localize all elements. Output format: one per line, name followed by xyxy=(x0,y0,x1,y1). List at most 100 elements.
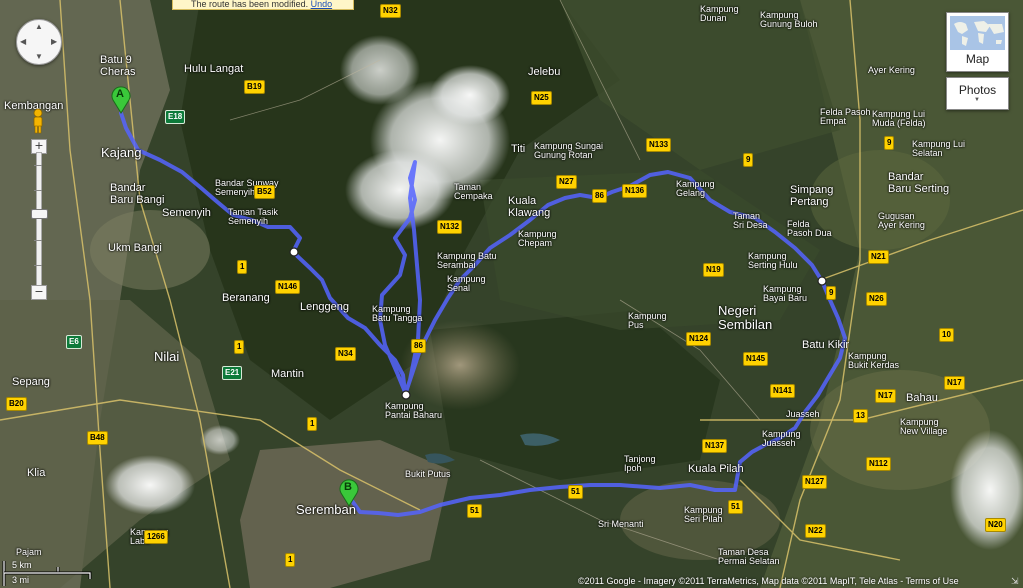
zoom-tick xyxy=(34,265,42,266)
road-shield: 86 xyxy=(411,339,426,353)
map-type-button[interactable]: Map xyxy=(946,12,1009,72)
road-shield: N141 xyxy=(770,384,796,398)
street-view-pegman-icon[interactable] xyxy=(31,108,45,134)
marker-b-label[interactable]: B xyxy=(344,481,352,494)
road-shield: 86 xyxy=(592,189,607,203)
pan-left-icon[interactable]: ◀ xyxy=(20,38,26,46)
scale-bar: 5 km 3 mi xyxy=(2,559,106,587)
place-label: Taman Cempaka xyxy=(454,182,493,202)
marker-a-label[interactable]: A xyxy=(116,88,124,101)
place-label: Simpang Pertang xyxy=(790,184,834,208)
road-shield: B19 xyxy=(244,80,265,94)
zoom-slider[interactable] xyxy=(36,152,42,290)
place-label: Kuala Pilah xyxy=(688,463,744,475)
road-shield: 51 xyxy=(568,485,583,499)
place-label: Kampung Juasseh xyxy=(762,429,801,449)
road-shield: N136 xyxy=(622,184,648,198)
road-shield: 51 xyxy=(467,504,482,518)
road-shield: 51 xyxy=(728,500,743,514)
place-label: Kampung New Village xyxy=(900,417,948,437)
road-shield: 13 xyxy=(853,409,868,423)
place-label: Gugusan Ayer Kering xyxy=(878,211,925,231)
zoom-tick xyxy=(34,165,42,166)
road-shield: N132 xyxy=(437,220,463,234)
pan-right-icon[interactable]: ▶ xyxy=(51,38,57,46)
waypoint-1 xyxy=(289,247,299,257)
road-shield: E18 xyxy=(165,110,186,124)
road-shield: 1 xyxy=(237,260,248,274)
road-shield: E21 xyxy=(222,366,243,380)
pan-down-icon[interactable]: ▼ xyxy=(35,53,43,61)
place-label: Negeri Sembilan xyxy=(718,303,773,332)
place-label: Kajang xyxy=(101,145,142,160)
road-shield: N145 xyxy=(743,352,769,366)
place-label: Kampung Batu Tangga xyxy=(372,304,423,324)
place-label: Hulu Langat xyxy=(184,63,244,75)
place-label: Taman Desa Permai Selatan xyxy=(718,547,780,567)
road-shield: N26 xyxy=(866,292,887,306)
waypoint-2 xyxy=(401,390,411,400)
road-shield: N21 xyxy=(868,250,889,264)
road-shield: N127 xyxy=(802,475,828,489)
road-shield: N25 xyxy=(531,91,552,105)
pan-control[interactable]: ▲ ▼ ◀ ▶ xyxy=(16,19,62,65)
undo-link[interactable]: Undo xyxy=(311,0,333,9)
place-label: Felda Pasoh Dua xyxy=(787,219,832,239)
place-label: Sepang xyxy=(12,376,50,388)
place-label: Kampung Sungai Gunung Rotan xyxy=(534,141,604,161)
place-label: Kampung Pantai Baharu xyxy=(385,401,443,421)
place-label: Kampung Gelang xyxy=(676,179,715,199)
road-shield: N19 xyxy=(703,263,724,277)
copyright-text: ©2011 Google - Imagery ©2011 TerraMetric… xyxy=(578,576,959,586)
road-shield: N27 xyxy=(556,175,577,189)
place-label: Kampung Serting Hulu xyxy=(748,251,798,271)
place-label: Bandar Baru Serting xyxy=(888,171,950,195)
road-shield: N32 xyxy=(380,4,401,18)
place-label: Titi xyxy=(511,143,526,155)
chevron-down-icon: ▼ xyxy=(974,97,980,103)
map-type-label: Map xyxy=(965,52,990,66)
place-label: Kampung Lui Muda (Felda) xyxy=(872,109,926,129)
road-shield: B20 xyxy=(6,397,27,411)
place-label: Bandar Baru Bangi xyxy=(110,182,165,206)
zoom-tick xyxy=(34,240,42,241)
place-label: Batu 9 Cheras xyxy=(100,54,136,78)
road-shield: 1266 xyxy=(144,530,168,544)
road-shield: N17 xyxy=(944,376,965,390)
road-shield: N112 xyxy=(866,457,891,471)
place-label: Klia xyxy=(27,467,46,479)
place-label: Beranang xyxy=(222,292,270,304)
waypoint-3 xyxy=(817,276,827,286)
road-shield: 9 xyxy=(884,136,895,150)
zoom-tick xyxy=(34,190,42,191)
place-label: Kampung Bayai Baru xyxy=(763,284,808,304)
place-label: Felda Pasoh Empat xyxy=(820,107,871,127)
photos-label: Photos xyxy=(958,83,997,97)
place-label: Ukm Bangi xyxy=(108,242,162,254)
place-label: Nilai xyxy=(154,349,180,364)
place-label: Sri Menanti xyxy=(598,519,644,529)
road-shield: B48 xyxy=(87,431,108,445)
place-label: Seremban xyxy=(296,502,356,517)
road-shield: N146 xyxy=(275,280,301,294)
place-label: Pajam xyxy=(16,547,42,557)
road-shield: 1 xyxy=(307,417,318,431)
place-label: Kampung Bukit Kerdas xyxy=(848,351,900,371)
resize-corner-icon[interactable]: ⇲ xyxy=(1011,576,1022,587)
place-label: Kampung Seri Pilah xyxy=(684,505,723,525)
place-label: Kampung Dunan xyxy=(700,4,739,24)
place-label: Tanjong Ipoh xyxy=(624,454,656,474)
zoom-out-button[interactable]: − xyxy=(31,285,47,300)
pan-up-icon[interactable]: ▲ xyxy=(35,23,43,31)
road-shield: E6 xyxy=(66,335,82,349)
place-label: Kampung Gunung Buloh xyxy=(760,10,818,30)
place-label: Kampung Senal xyxy=(447,274,486,294)
photos-button[interactable]: Photos ▼ xyxy=(946,77,1009,110)
place-label: Juasseh xyxy=(786,409,820,419)
place-label: Taman Tasik Semenyih xyxy=(228,207,278,227)
road-shield: N137 xyxy=(702,439,728,453)
place-label: Lenggeng xyxy=(300,301,349,313)
place-label: Semenyih xyxy=(162,207,211,219)
zoom-slider-handle[interactable] xyxy=(31,209,48,219)
road-shield: N124 xyxy=(686,332,712,346)
